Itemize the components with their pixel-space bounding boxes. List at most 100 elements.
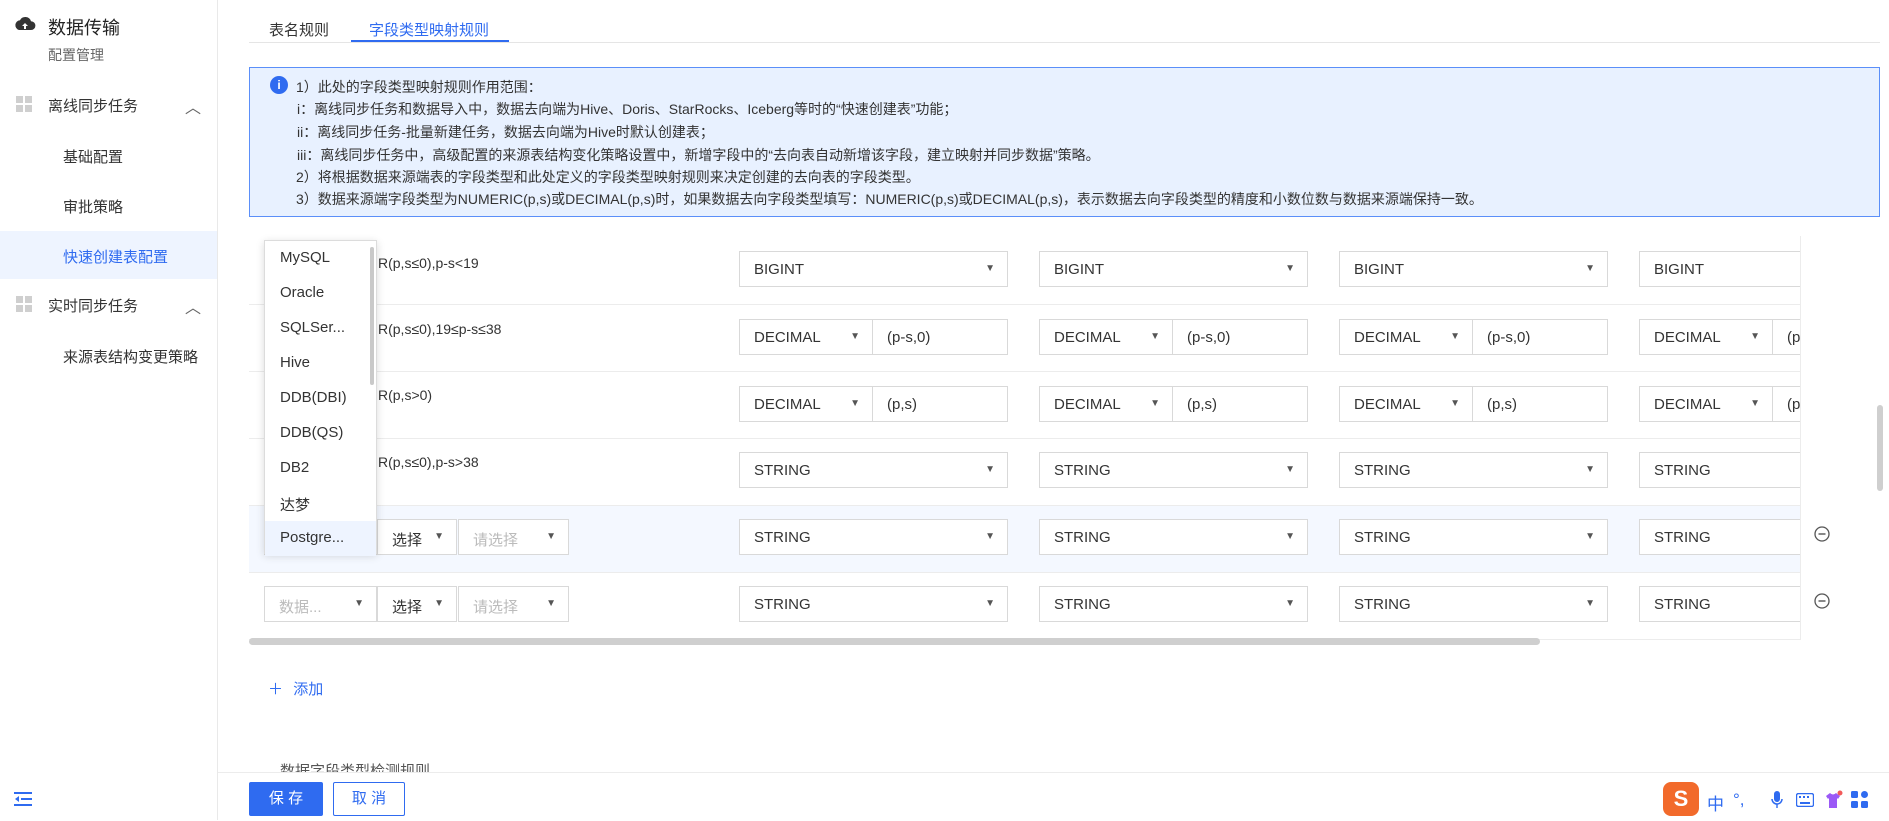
dropdown-scrollbar[interactable] [370, 247, 374, 385]
input-value: (p,s) [1487, 396, 1517, 413]
target-type-select[interactable]: STRING ▼ [1339, 452, 1608, 488]
remove-row-icon[interactable] [1814, 526, 1830, 542]
sidebar-item-label: 审批策略 [63, 199, 124, 216]
target-type-select[interactable]: DECIMAL ▼ [1339, 319, 1473, 355]
dropdown-option[interactable]: MySQL [265, 241, 376, 276]
caret-down-icon: ▼ [1285, 263, 1295, 274]
ime-punctuation[interactable]: °, [1733, 790, 1745, 810]
target-type-select[interactable]: DECIMAL ▼ [739, 386, 873, 422]
target-type-select[interactable]: BIGINT ▼ [1039, 251, 1308, 287]
source-operator-select[interactable]: 选择 ▼ [377, 519, 457, 555]
cloud-upload-icon [15, 17, 36, 30]
chevron-up-icon[interactable]: ︿ [185, 294, 201, 318]
target-type-select[interactable]: STRING ▼ [1039, 452, 1308, 488]
target-type-select[interactable]: DECIMAL ▼ [739, 319, 873, 355]
caret-down-icon: ▼ [1285, 464, 1295, 475]
select-placeholder: 数据... [279, 599, 322, 616]
target-type-select[interactable]: STRING ▼ [739, 519, 1008, 555]
target-type-select[interactable]: STRING ▼ [739, 452, 1008, 488]
target-type-select[interactable]: DECIMAL ▼ [1039, 319, 1173, 355]
dropdown-option[interactable]: Postgre... [265, 521, 376, 556]
select-placeholder: 请选择 [473, 532, 519, 549]
apps-icon[interactable] [1851, 791, 1869, 809]
precision-input[interactable]: (p,s) [872, 386, 1008, 422]
notice-line: 2）将根据数据来源端表的字段类型和此处定义的字段类型映射规则来决定创建的去向表的… [296, 169, 920, 185]
sidebar-item-schema-change-policy[interactable]: 来源表结构变更策略 [0, 331, 217, 379]
precision-input[interactable]: (p,s) [1472, 386, 1608, 422]
cancel-button[interactable]: 取 消 [333, 782, 405, 816]
select-value: STRING [1654, 462, 1711, 479]
option-label: DB2 [280, 459, 310, 476]
target-type-select[interactable]: STRING ▼ [1039, 586, 1308, 622]
option-label: SQLSer... [280, 319, 346, 336]
page-vertical-scrollbar[interactable] [1877, 405, 1883, 491]
option-label: MySQL [280, 249, 331, 266]
precision-input[interactable]: (p-s,0) [1472, 319, 1608, 355]
app-subtitle: 配置管理 [48, 47, 104, 63]
tab-table-name-rules[interactable]: 表名规则 [269, 19, 329, 40]
select-value: STRING [1654, 529, 1711, 546]
source-type-rule: R(p,s>0) [378, 387, 433, 403]
sidebar-group-offline-sync[interactable]: 离线同步任务 ︿ [0, 86, 217, 122]
dropdown-option[interactable]: DDB(QS) [265, 416, 376, 451]
footer-bar: 保 存 取 消 [218, 772, 1889, 821]
sidebar-item-label: 来源表结构变更策略 [63, 349, 199, 366]
select-value: BIGINT [1354, 261, 1405, 278]
target-type-select[interactable]: STRING ▼ [1339, 519, 1608, 555]
source-operator-select[interactable]: 选择 ▼ [377, 586, 457, 622]
table-row: R(p,s≤0),p-s>38 STRING ▼ STRING ▼ STRING ▼ … [249, 439, 1809, 506]
sidebar-item-quick-create-table[interactable]: 快速创建表配置 [0, 231, 217, 279]
dropdown-option[interactable]: DDB(DBI) [265, 381, 376, 416]
dropdown-option[interactable]: SQLSer... [265, 311, 376, 346]
source-type-select[interactable]: 请选择 ▼ [458, 586, 569, 622]
target-type-select[interactable]: DECIMAL ▼ [1039, 386, 1173, 422]
source-db-select[interactable]: 数据... ▼ [264, 586, 377, 622]
target-type-select[interactable]: STRING [1639, 586, 1809, 622]
select-value: STRING [754, 596, 811, 613]
dropdown-option[interactable]: Oracle [265, 276, 376, 311]
target-type-select[interactable]: DECIMAL ▼ [1639, 319, 1773, 355]
precision-input[interactable]: (p-s,0) [872, 319, 1008, 355]
sidebar-item-approval-policy[interactable]: 审批策略 [0, 181, 217, 229]
target-type-select[interactable]: DECIMAL ▼ [1639, 386, 1773, 422]
target-type-select[interactable]: STRING [1639, 519, 1809, 555]
table-horizontal-scrollbar[interactable] [249, 638, 1540, 645]
skin-icon[interactable] [1823, 790, 1843, 810]
target-type-select[interactable]: BIGINT ▼ [739, 251, 1008, 287]
target-type-select[interactable]: STRING ▼ [1039, 519, 1308, 555]
target-type-select[interactable]: BIGINT ▼ [1339, 251, 1608, 287]
dropdown-option[interactable]: DB2 [265, 451, 376, 486]
add-rule-button[interactable]: ＋ 添加 [268, 678, 323, 699]
input-value: (p [1787, 329, 1801, 346]
target-type-select[interactable]: STRING ▼ [739, 586, 1008, 622]
sidebar-item-basic-config[interactable]: 基础配置 [0, 131, 217, 179]
chevron-up-icon[interactable]: ︿ [185, 94, 201, 118]
target-type-select[interactable]: DECIMAL ▼ [1339, 386, 1473, 422]
target-type-select[interactable]: STRING ▼ [1339, 586, 1608, 622]
mic-icon[interactable] [1771, 791, 1783, 809]
precision-input[interactable]: (p-s,0) [1172, 319, 1308, 355]
select-value: DECIMAL [1054, 396, 1121, 413]
dropdown-option[interactable]: Hive [265, 346, 376, 381]
save-button[interactable]: 保 存 [249, 782, 323, 816]
caret-down-icon: ▼ [1150, 398, 1160, 409]
select-value: DECIMAL [1654, 329, 1721, 346]
keyboard-icon[interactable] [1796, 793, 1814, 807]
select-value: BIGINT [1054, 261, 1105, 278]
target-type-select[interactable]: STRING [1639, 452, 1809, 488]
target-type-select[interactable]: BIGINT [1639, 251, 1809, 287]
precision-input[interactable]: (p,s) [1172, 386, 1308, 422]
caret-down-icon: ▼ [985, 464, 995, 475]
remove-row-icon[interactable] [1814, 593, 1830, 609]
sogou-logo-icon[interactable]: S [1663, 782, 1699, 816]
ime-mode-chinese[interactable]: 中 [1707, 790, 1724, 815]
caret-down-icon: ▼ [1150, 331, 1160, 342]
option-label: Postgre... [280, 529, 345, 546]
source-type-select[interactable]: 请选择 ▼ [458, 519, 569, 555]
collapse-menu-icon[interactable] [14, 790, 32, 808]
dropdown-option[interactable]: 达梦 [265, 486, 376, 521]
sidebar-group-realtime-sync[interactable]: 实时同步任务 ︿ [0, 286, 217, 322]
add-label: 添加 [293, 681, 324, 698]
caret-down-icon: ▼ [1450, 331, 1460, 342]
tab-field-type-mapping[interactable]: 字段类型映射规则 [369, 19, 489, 40]
